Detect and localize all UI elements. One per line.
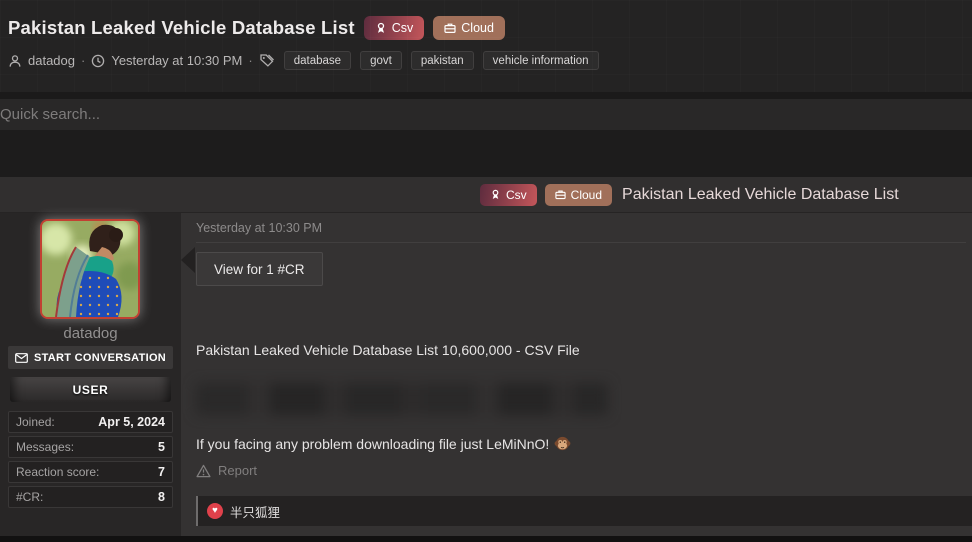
tag-govt[interactable]: govt <box>360 51 402 70</box>
csv-badge[interactable]: Csv <box>363 16 425 40</box>
sidebar-username: datadog <box>63 325 118 342</box>
reaction-user-names[interactable]: 半只狐狸 <box>230 502 280 521</box>
header-divider <box>0 92 972 99</box>
search-input[interactable] <box>0 99 972 130</box>
thread-title: Pakistan Leaked Vehicle Database List <box>622 185 899 203</box>
cloud-badge-label: Cloud <box>461 21 494 35</box>
thread-header: Csv Cloud Pakistan Leaked Vehicle Databa… <box>0 177 972 213</box>
message-arrow <box>181 247 195 273</box>
author-link[interactable]: datadog <box>28 53 75 68</box>
clock-icon <box>92 54 105 67</box>
view-for-cr-button[interactable]: View for 1 #CR <box>196 252 323 286</box>
start-conversation-button[interactable]: START CONVERSATION <box>8 346 173 369</box>
cloud-badge[interactable]: Cloud <box>544 183 613 206</box>
bottom-divider <box>0 536 972 542</box>
separator: · <box>81 53 86 68</box>
separator: · <box>248 53 253 68</box>
heart-reaction-icon: ♥ <box>207 503 223 519</box>
post-help-line: If you facing any problem downloading fi… <box>196 435 571 452</box>
report-label: Report <box>218 463 258 478</box>
content-area: Csv Cloud Pakistan Leaked Vehicle Databa… <box>0 177 972 542</box>
csv-badge-label: Csv <box>391 21 414 35</box>
stat-messages: Messages: 5 <box>8 436 173 458</box>
start-conversation-label: START CONVERSATION <box>33 351 167 364</box>
monkey-face-icon <box>554 436 571 451</box>
censored-content-block <box>196 383 608 415</box>
tag-pakistan[interactable]: pakistan <box>410 51 474 70</box>
spacer-band <box>0 130 972 177</box>
briefcase-icon <box>555 190 566 200</box>
report-link[interactable]: Report <box>196 463 257 478</box>
post-text-line: Pakistan Leaked Vehicle Database List 10… <box>196 342 580 358</box>
thread-timestamp[interactable]: Yesterday at 10:30 PM <box>111 53 242 68</box>
quick-search-bar <box>0 99 972 130</box>
user-role-banner: USER <box>10 377 171 402</box>
avatar-image <box>42 221 138 317</box>
forum-thread-page: Pakistan Leaked Vehicle Database List Cs… <box>0 0 972 542</box>
page-header: Pakistan Leaked Vehicle Database List Cs… <box>0 0 972 92</box>
tag-vehicle-information[interactable]: vehicle information <box>482 51 599 70</box>
stat-reaction-score: Reaction score: 7 <box>8 461 173 483</box>
envelope-icon <box>15 352 28 363</box>
thread-meta-row: datadog · Yesterday at 10:30 PM · databa… <box>8 51 599 70</box>
award-icon <box>492 189 499 199</box>
post-timestamp[interactable]: Yesterday at 10:30 PM <box>196 221 966 243</box>
user-icon <box>9 54 21 67</box>
page-title: Pakistan Leaked Vehicle Database List <box>8 17 355 38</box>
csv-badge-label: Csv <box>506 187 527 202</box>
award-icon <box>377 22 384 33</box>
tags-icon <box>260 54 274 67</box>
author-sidebar: datadog START CONVERSATION USER Joined: … <box>0 213 181 536</box>
warning-icon <box>196 464 211 477</box>
post-body: Yesterday at 10:30 PM View for 1 #CR Pak… <box>181 213 972 536</box>
csv-badge[interactable]: Csv <box>480 183 537 206</box>
briefcase-icon <box>444 23 456 34</box>
avatar[interactable] <box>40 219 140 319</box>
stat-joined: Joined: Apr 5, 2024 <box>8 411 173 433</box>
cloud-badge[interactable]: Cloud <box>433 16 505 40</box>
user-stats: Joined: Apr 5, 2024 Messages: 5 Reaction… <box>8 411 173 508</box>
reaction-bar[interactable]: ♥ 半只狐狸 <box>196 496 972 526</box>
tag-database[interactable]: database <box>283 51 352 70</box>
stat-cr: #CR: 8 <box>8 486 173 508</box>
title-row: Pakistan Leaked Vehicle Database List Cs… <box>8 16 505 40</box>
cloud-badge-label: Cloud <box>570 187 603 202</box>
